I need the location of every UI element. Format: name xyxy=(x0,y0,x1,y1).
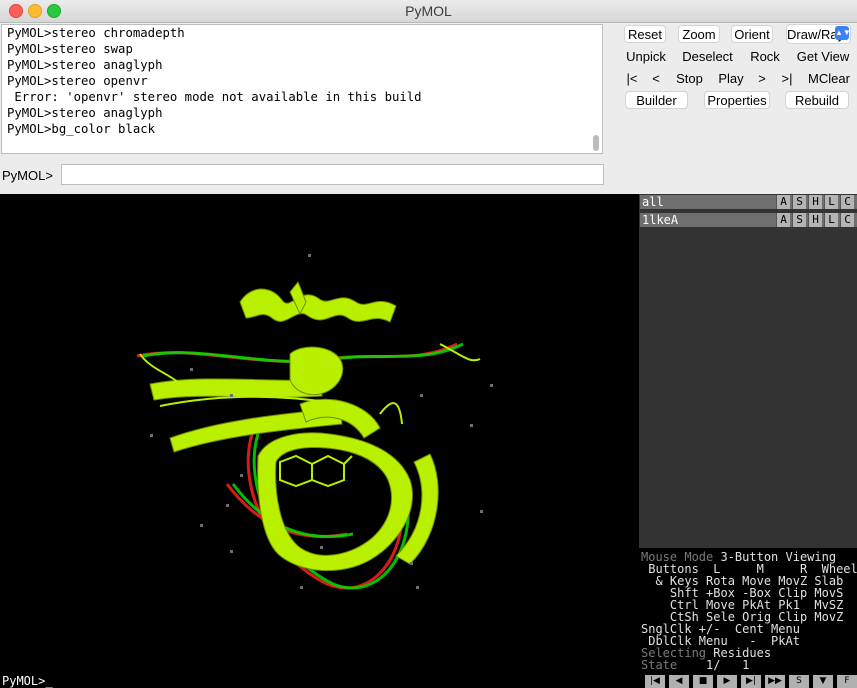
object-panel: all A S H L C 1lkeA A S H L C xyxy=(639,194,857,548)
deselect-button[interactable]: Deselect xyxy=(680,47,735,65)
mclear-button[interactable]: MClear xyxy=(805,69,853,87)
state-label: State xyxy=(641,658,678,672)
output-log[interactable]: PyMOL>stereo chromadepth PyMOL>stereo sw… xyxy=(1,24,603,154)
prompt-label: PyMOL> xyxy=(2,168,53,183)
play-button[interactable]: Play xyxy=(716,69,746,87)
state-value: 1/ 1 xyxy=(706,658,750,672)
end-button[interactable]: >| xyxy=(778,69,796,87)
show-menu-button[interactable]: S xyxy=(792,195,806,209)
color-menu-button[interactable]: C xyxy=(840,195,854,209)
dropdown-arrow-icon: ▲▼ xyxy=(835,26,851,40)
object-row-all[interactable]: all A S H L C xyxy=(640,195,857,209)
get-view-button[interactable]: Get View xyxy=(795,47,851,65)
stepper-toggle[interactable]: S xyxy=(789,675,809,688)
orient-button[interactable]: Orient xyxy=(731,25,773,43)
rewind-button[interactable]: |< xyxy=(624,69,640,87)
forward-button[interactable]: > xyxy=(755,69,769,87)
log-line: PyMOL>bg_color black xyxy=(7,122,156,136)
show-menu-button[interactable]: S xyxy=(792,213,806,227)
movie-controls: |◀ ◀ ■ ▶ ▶| ▶▶ S ▼ F xyxy=(639,674,857,688)
hide-menu-button[interactable]: H xyxy=(808,213,822,227)
fast-forward-icon[interactable]: ▶▶ xyxy=(765,675,785,688)
play-icon[interactable]: ▶ xyxy=(717,675,737,688)
viewer-command-line[interactable]: PyMOL>_ xyxy=(0,674,641,688)
log-line: PyMOL>stereo anaglyph xyxy=(7,58,163,72)
object-row-1lkeA[interactable]: 1lkeA A S H L C xyxy=(640,213,857,227)
back-button[interactable]: < xyxy=(649,69,663,87)
log-scrollbar[interactable] xyxy=(593,135,599,151)
action-menu-button[interactable]: A xyxy=(776,195,790,209)
label-menu-button[interactable]: L xyxy=(824,195,838,209)
action-menu-button[interactable]: A xyxy=(776,213,790,227)
command-input[interactable] xyxy=(61,164,604,185)
properties-button[interactable]: Properties xyxy=(704,91,770,109)
color-menu-button[interactable]: C xyxy=(840,213,854,227)
log-line: PyMOL>stereo swap xyxy=(7,42,133,56)
log-line: PyMOL>stereo anaglyph xyxy=(7,106,163,120)
log-line: PyMOL>stereo chromadepth xyxy=(7,26,185,40)
stop-icon[interactable]: ■ xyxy=(693,675,713,688)
stop-button[interactable]: Stop xyxy=(673,69,706,87)
rebuild-button[interactable]: Rebuild xyxy=(785,91,849,109)
step-back-icon[interactable]: ◀ xyxy=(669,675,689,688)
object-name: all xyxy=(642,195,664,209)
label-menu-button[interactable]: L xyxy=(824,213,838,227)
step-forward-icon[interactable]: ▶| xyxy=(741,675,761,688)
fullscreen-toggle[interactable]: F xyxy=(837,675,857,688)
reset-button[interactable]: Reset xyxy=(624,25,666,43)
draw-ray-button[interactable]: Draw/Ray ▲▼ xyxy=(786,24,851,44)
protein-render xyxy=(136,254,493,590)
object-name: 1lkeA xyxy=(642,213,679,227)
mouse-mode-panel[interactable]: Mouse Mode 3-Button Viewing Buttons L M … xyxy=(639,548,857,674)
window-title: PyMOL xyxy=(405,3,452,19)
builder-button[interactable]: Builder xyxy=(625,91,688,109)
hide-menu-button[interactable]: H xyxy=(808,195,822,209)
dropdown-arrow-icon[interactable]: ▼ xyxy=(813,675,833,688)
title-bar: PyMOL xyxy=(0,0,857,23)
rock-button[interactable]: Rock xyxy=(748,47,782,65)
rewind-icon[interactable]: |◀ xyxy=(645,675,665,688)
unpick-button[interactable]: Unpick xyxy=(624,47,668,65)
log-line: PyMOL>stereo openvr xyxy=(7,74,148,88)
zoom-button[interactable]: Zoom xyxy=(678,25,720,43)
molecular-viewer[interactable] xyxy=(0,194,639,674)
log-line: Error: 'openvr' stereo mode not availabl… xyxy=(7,90,422,104)
